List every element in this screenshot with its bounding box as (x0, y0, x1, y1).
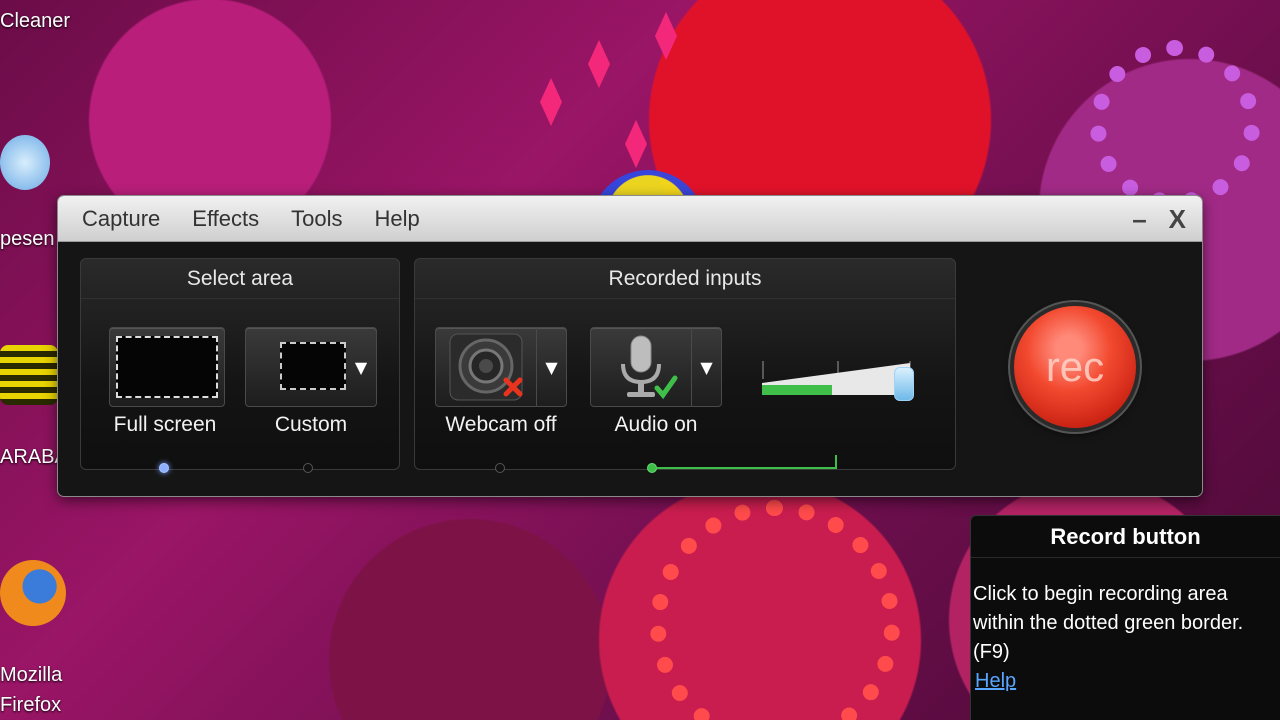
audio-level-slider[interactable] (760, 357, 920, 401)
menu-capture[interactable]: Capture (66, 206, 176, 232)
wallpaper-ornament (625, 120, 647, 168)
tooltip-line: Click to begin recording area (973, 583, 1228, 605)
full-screen-label: Full screen (113, 413, 217, 436)
record-button-tooltip: Record button Click to begin recording a… (970, 515, 1280, 720)
webcam-indicator (495, 463, 505, 473)
webcam-label: Webcam off (445, 413, 557, 436)
webcam-icon (449, 333, 523, 401)
select-area-panel: Select area Full screen ▼ Custom (80, 258, 400, 473)
minimize-icon[interactable]: – (1132, 206, 1146, 232)
tooltip-line: within the dotted green border. (973, 612, 1244, 634)
audio-connector-line (657, 467, 835, 469)
desktop-app-icon[interactable] (0, 135, 50, 190)
full-screen-preview (116, 336, 218, 398)
audio-level-fill (762, 385, 832, 395)
microphone-icon (621, 335, 678, 400)
recorded-inputs-title: Recorded inputs (415, 259, 955, 299)
record-button[interactable]: rec (1014, 306, 1136, 428)
wallpaper-ornament (588, 40, 610, 88)
desktop-label-mozilla[interactable]: Mozilla (0, 664, 62, 687)
webcam-dropdown-arrow[interactable]: ▼ (536, 328, 566, 406)
desktop-label-firefox[interactable]: Firefox (0, 694, 61, 717)
desktop-label-cleaner[interactable]: Cleaner (0, 10, 70, 33)
menu-effects[interactable]: Effects (176, 206, 275, 232)
custom-label: Custom (274, 413, 348, 436)
tooltip-title: Record button (971, 516, 1280, 558)
webcam-button[interactable]: ▼ (435, 327, 567, 407)
recorded-inputs-panel: Recorded inputs ▼ Webcam off ▼ Audio on (414, 258, 956, 473)
wallpaper-spiral (650, 500, 900, 720)
custom-dropdown-arrow[interactable]: ▼ (346, 328, 376, 406)
full-screen-indicator (159, 463, 169, 473)
full-screen-button[interactable] (109, 327, 225, 407)
audio-button[interactable]: ▼ (590, 327, 722, 407)
close-icon[interactable]: X (1169, 206, 1186, 232)
menu-bar: Capture Effects Tools Help – X (58, 196, 1202, 242)
custom-indicator (303, 463, 313, 473)
select-area-title: Select area (81, 259, 399, 299)
audio-level-knob[interactable] (894, 367, 914, 401)
wallpaper-ornament (540, 78, 562, 126)
menu-help[interactable]: Help (359, 206, 436, 232)
tooltip-body: Click to begin recording area within the… (971, 558, 1280, 696)
desktop-label-pesen[interactable]: pesen (0, 228, 55, 251)
tooltip-line: (F9) (973, 641, 1010, 663)
tooltip-help-link[interactable]: Help (973, 670, 1016, 692)
menu-tools[interactable]: Tools (275, 206, 358, 232)
desktop-app-icon[interactable] (0, 345, 58, 405)
audio-label: Audio on (614, 413, 698, 436)
audio-connector-line-vertical (835, 455, 837, 469)
custom-preview (280, 342, 346, 390)
firefox-icon[interactable] (0, 560, 66, 626)
wallpaper-ornament (655, 12, 677, 60)
recorder-window: Capture Effects Tools Help – X Select ar… (58, 196, 1202, 496)
audio-indicator (647, 463, 657, 473)
audio-dropdown-arrow[interactable]: ▼ (691, 328, 721, 406)
window-controls: – X (1132, 206, 1202, 232)
wallpaper-spiral (1090, 40, 1260, 210)
custom-button[interactable]: ▼ (245, 327, 377, 407)
